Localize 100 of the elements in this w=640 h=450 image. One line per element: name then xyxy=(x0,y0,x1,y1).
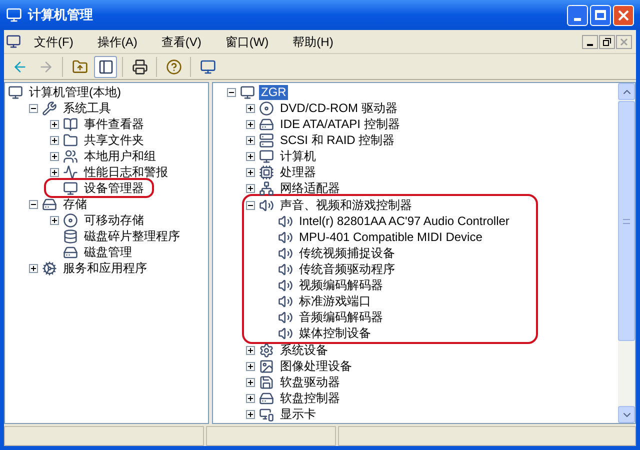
menu-item[interactable]: 窗口(W) xyxy=(218,32,276,50)
tree-item[interactable]: 可移动存储 xyxy=(82,212,146,228)
menu-item[interactable]: 查看(V) xyxy=(154,32,208,50)
tree-item[interactable]: 系统工具 xyxy=(61,100,113,116)
expand-box[interactable] xyxy=(50,136,59,144)
minimize-icon xyxy=(586,44,594,46)
speaker-icon xyxy=(278,326,293,340)
tree-item[interactable]: 计算机 xyxy=(278,148,318,164)
expand-box[interactable] xyxy=(246,184,255,192)
back-icon xyxy=(12,58,28,74)
tree-item[interactable]: 磁盘碎片整理程序 xyxy=(82,228,182,244)
expand-box[interactable] xyxy=(50,152,59,160)
expand-box[interactable] xyxy=(246,136,255,144)
expand-box[interactable] xyxy=(246,168,255,176)
tree-item[interactable]: 媒体控制设备 xyxy=(297,326,373,340)
tree-item[interactable]: 服务和应用程序 xyxy=(61,260,149,276)
tree-item[interactable]: 设备管理器 xyxy=(82,180,146,196)
tree-item[interactable]: 标准游戏端口 xyxy=(297,294,373,308)
tree-item[interactable]: 软盘驱动器 xyxy=(278,374,342,390)
tree-item[interactable]: Intel(r) 82801AA AC'97 Audio Controller xyxy=(297,214,512,228)
tree-item[interactable]: 声音、视频和游戏控制器 xyxy=(278,198,414,212)
forward-icon xyxy=(38,58,54,74)
menu-item[interactable]: 帮助(H) xyxy=(286,32,340,50)
drive-icon xyxy=(42,196,57,212)
expand-box[interactable] xyxy=(246,120,255,128)
expand-box[interactable] xyxy=(50,120,59,128)
speaker-icon xyxy=(278,310,293,324)
tree-item[interactable]: 传统视频捕捉设备 xyxy=(297,246,397,260)
close-icon xyxy=(620,38,628,46)
tree-item[interactable]: 显示卡 xyxy=(278,406,318,422)
tree-item[interactable]: SCSI 和 RAID 控制器 xyxy=(278,132,397,148)
tree-item[interactable]: 磁盘管理 xyxy=(82,244,134,260)
maximize-button[interactable] xyxy=(590,4,611,26)
gear-icon xyxy=(42,260,57,276)
speaker-icon xyxy=(278,262,293,276)
expand-box[interactable] xyxy=(50,168,59,176)
tree-item[interactable]: 音频编码解码器 xyxy=(297,310,385,324)
tree-item[interactable]: 共享文件夹 xyxy=(82,132,146,148)
tree-item[interactable]: 图像处理设备 xyxy=(278,358,354,374)
child-minimize-button[interactable] xyxy=(582,34,598,48)
computer-icon xyxy=(240,84,255,100)
disc-icon xyxy=(259,100,274,116)
expand-box[interactable] xyxy=(246,410,255,418)
tree-item[interactable]: MPU-401 Compatible MIDI Device xyxy=(297,230,484,244)
expand-box[interactable] xyxy=(29,264,38,272)
tree-item[interactable]: 系统设备 xyxy=(278,342,330,358)
toolbar-button[interactable] xyxy=(94,56,117,78)
monitor-icon xyxy=(200,58,216,74)
computer-icon xyxy=(6,7,22,23)
tree-item[interactable]: 传统音频驱动程序 xyxy=(297,262,397,276)
scroll-up-button[interactable] xyxy=(618,83,635,100)
expand-box[interactable] xyxy=(246,346,255,354)
drive-icon xyxy=(63,244,78,260)
users-icon xyxy=(63,148,78,164)
collapse-box[interactable] xyxy=(29,200,38,208)
collapse-box[interactable] xyxy=(246,200,255,210)
scroll-down-button[interactable] xyxy=(618,406,635,423)
folder-icon xyxy=(63,132,78,148)
tree-item[interactable]: 视频编码解码器 xyxy=(297,278,385,292)
tree-item[interactable]: IDE ATA/ATAPI 控制器 xyxy=(278,116,402,132)
expand-box[interactable] xyxy=(50,216,59,224)
collapse-box[interactable] xyxy=(29,104,38,112)
gear-icon xyxy=(259,342,274,358)
tree-item[interactable]: 事件查看器 xyxy=(82,116,146,132)
expand-box[interactable] xyxy=(246,362,255,370)
drive-icon xyxy=(259,390,274,406)
tree-item[interactable]: 计算机管理(本地) xyxy=(27,84,123,100)
speaker-icon xyxy=(278,230,293,244)
tree-item[interactable]: ZGR xyxy=(259,84,288,100)
child-restore-button[interactable] xyxy=(599,34,615,48)
expand-box[interactable] xyxy=(246,394,255,402)
expand-box[interactable] xyxy=(246,378,255,386)
collapse-box[interactable] xyxy=(227,88,236,96)
speaker-icon xyxy=(259,198,274,212)
display-icon xyxy=(259,406,274,422)
speaker-icon xyxy=(278,246,293,260)
tree-item[interactable]: 处理器 xyxy=(278,164,318,180)
tools-icon xyxy=(42,100,57,116)
tree-item[interactable]: 存储 xyxy=(61,196,89,212)
disc-icon xyxy=(63,212,78,228)
speaker-icon xyxy=(278,278,293,292)
tree-item[interactable]: 本地用户和组 xyxy=(82,148,158,164)
tree-item[interactable]: 性能日志和警报 xyxy=(82,164,170,180)
minimize-button[interactable] xyxy=(567,4,588,26)
computer-icon xyxy=(6,34,21,49)
drive-icon xyxy=(259,116,274,132)
tree-item[interactable]: 软盘控制器 xyxy=(278,390,342,406)
expand-box[interactable] xyxy=(246,104,255,112)
restore-icon xyxy=(603,38,611,46)
close-button[interactable] xyxy=(613,4,634,26)
expand-box[interactable] xyxy=(246,152,255,160)
menu-item[interactable]: 操作(A) xyxy=(90,32,144,50)
scroll-thumb[interactable] xyxy=(618,101,635,341)
tree-item[interactable]: DVD/CD-ROM 驱动器 xyxy=(278,100,400,116)
panel-icon xyxy=(98,58,114,74)
tree-item[interactable]: 网络适配器 xyxy=(278,180,342,196)
computer-icon xyxy=(259,148,274,164)
menu-item[interactable]: 文件(F) xyxy=(27,32,80,50)
scrollbar[interactable] xyxy=(618,83,635,423)
printer-icon xyxy=(132,58,148,74)
